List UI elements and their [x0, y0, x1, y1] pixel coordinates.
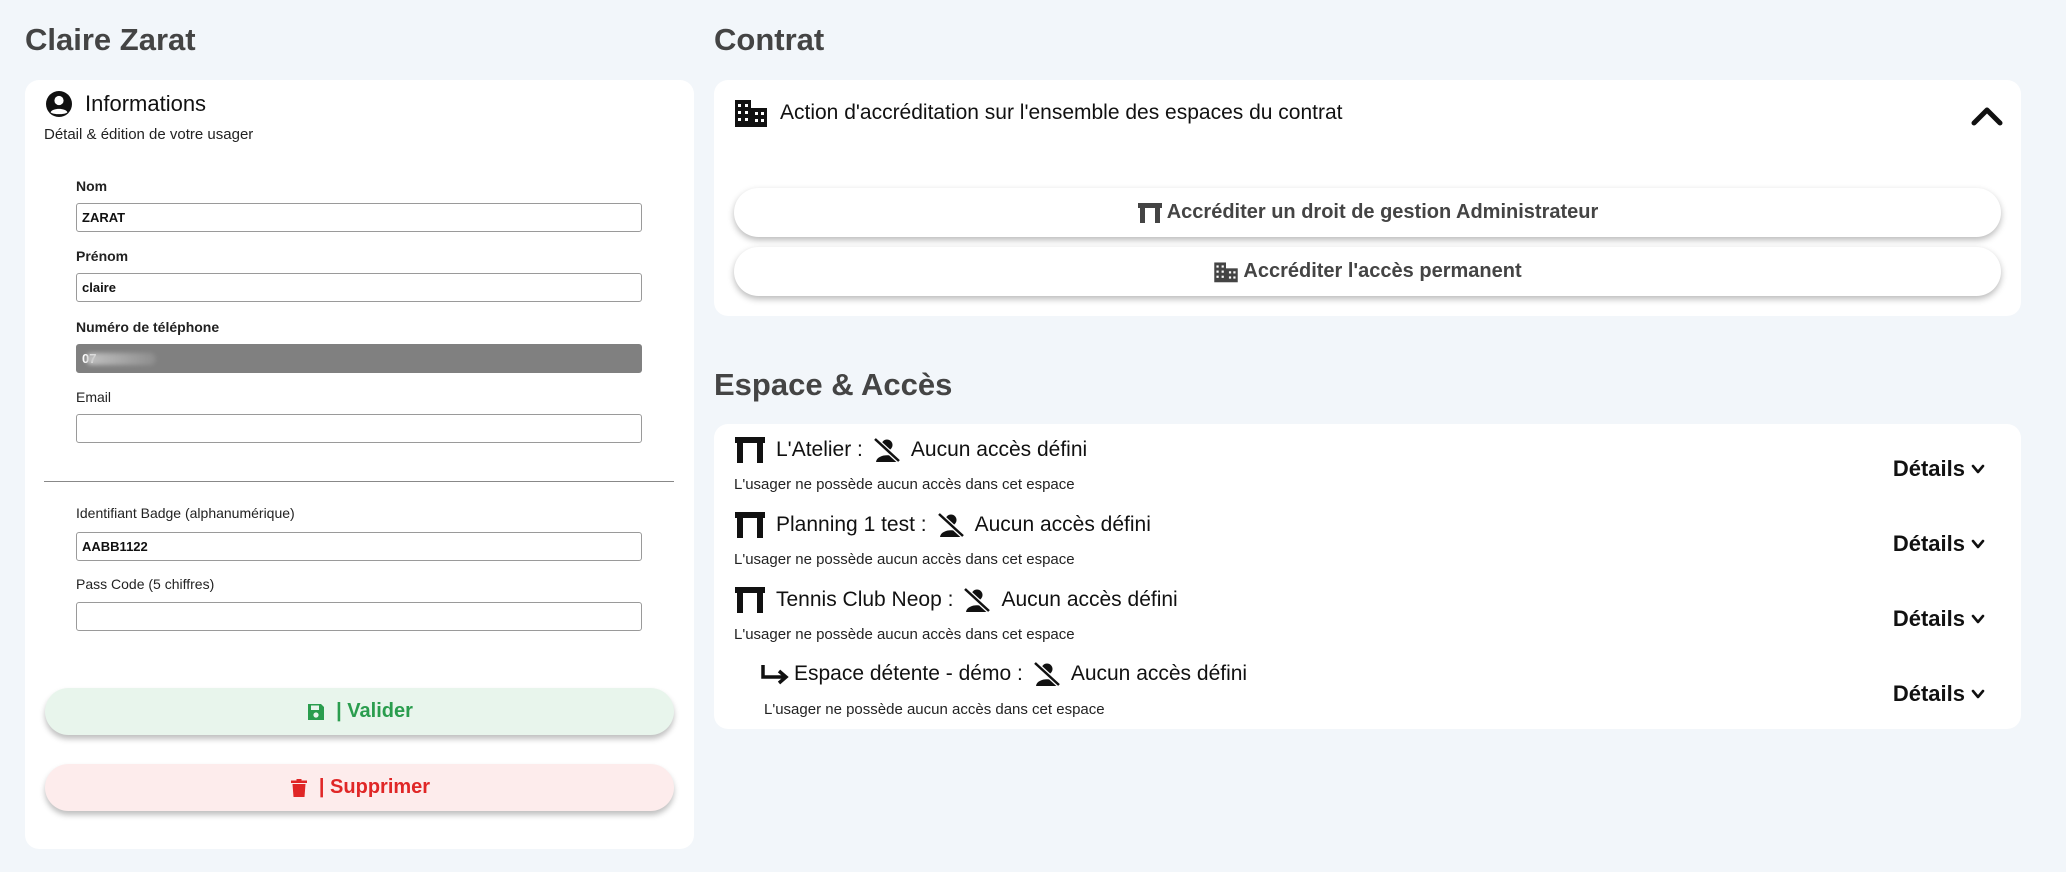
info-subtitle: Détail & édition de votre usager [44, 126, 254, 143]
space-description: L'usager ne possède aucun accès dans cet… [734, 626, 1075, 643]
user-slash-icon [873, 437, 901, 463]
gate-icon [735, 437, 765, 463]
space-item: Planning 1 test : Aucun accès défini L'u… [734, 505, 2001, 575]
info-header: Informations [45, 90, 206, 118]
email-input[interactable] [76, 414, 642, 443]
chevron-up-icon[interactable] [1971, 105, 2003, 127]
nom-label: Nom [76, 178, 108, 194]
space-title-line: L'Atelier : Aucun accès défini [734, 436, 1087, 464]
space-item: Tennis Club Neop : Aucun accès défini L'… [734, 580, 2001, 650]
space-item: L'Atelier : Aucun accès défini L'usager … [734, 430, 2001, 500]
contract-heading: Contrat [714, 22, 825, 57]
delete-button[interactable]: | Supprimer [45, 764, 674, 811]
validate-button[interactable]: | Valider [45, 688, 674, 735]
contract-card: Action d'accréditation sur l'ensemble de… [714, 80, 2021, 316]
user-circle-icon [46, 91, 72, 117]
user-slash-icon [1033, 661, 1061, 687]
user-slash-icon [936, 512, 965, 538]
contract-accordion-header[interactable]: Action d'accréditation sur l'ensemble de… [734, 98, 1343, 128]
space-title-line: Tennis Club Neop : Aucun accès défini [734, 586, 1178, 614]
badge-input[interactable] [76, 532, 642, 561]
accredit-permanent-button[interactable]: Accréditer l'accès permanent [734, 247, 2001, 296]
space-status: Aucun accès défini [1070, 662, 1248, 685]
nom-input[interactable] [76, 203, 642, 232]
save-icon [308, 703, 325, 720]
space-status: Aucun accès défini [910, 438, 1088, 461]
details-toggle[interactable]: Détails [1893, 456, 1985, 482]
chevron-down-icon [1971, 614, 1985, 624]
space-description: L'usager ne possède aucun accès dans cet… [734, 551, 1075, 568]
space-status: Aucun accès défini [974, 513, 1151, 536]
space-name: L'Atelier : [776, 438, 863, 461]
details-toggle[interactable]: Détails [1893, 531, 1985, 557]
accredit-permanent-label: Accréditer l'accès permanent [1243, 260, 1522, 282]
accredit-admin-button[interactable]: Accréditer un droit de gestion Administr… [734, 188, 2001, 237]
details-toggle[interactable]: Détails [1893, 606, 1985, 632]
phone-label: Numéro de téléphone [76, 319, 220, 335]
details-label: Détails [1892, 456, 1965, 481]
prenom-label: Prénom [76, 248, 129, 264]
user-info-card: Informations Détail & édition de votre u… [25, 80, 694, 849]
gate-icon [735, 512, 765, 538]
spaces-card: L'Atelier : Aucun accès défini L'usager … [714, 424, 2021, 729]
delete-label: | Supprimer [318, 776, 431, 798]
gate-icon [1137, 202, 1162, 223]
contract-accordion-title: Action d'accréditation sur l'ensemble de… [780, 101, 1343, 124]
space-description: L'usager ne possède aucun accès dans cet… [734, 476, 1075, 493]
space-name: Espace détente - démo : [794, 662, 1023, 685]
phone-input [76, 344, 642, 373]
user-slash-icon [963, 587, 992, 613]
passcode-label: Pass Code (5 chiffres) [76, 576, 215, 592]
redacted-phone-blur [86, 353, 156, 365]
form-divider [44, 481, 674, 482]
details-label: Détails [1892, 681, 1965, 706]
space-title-line: Espace détente - démo : Aucun accès défi… [760, 661, 1247, 687]
space-item-child: Espace détente - démo : Aucun accès défi… [760, 655, 2001, 725]
building-icon [1214, 261, 1239, 282]
passcode-input[interactable] [76, 602, 642, 631]
space-name: Planning 1 test : [776, 513, 927, 536]
subdirectory-arrow-icon [761, 665, 789, 685]
validate-label: | Valider [336, 700, 413, 722]
space-status: Aucun accès défini [1001, 588, 1178, 611]
spaces-heading: Espace & Accès [714, 367, 953, 402]
space-name: Tennis Club Neop : [776, 588, 954, 611]
details-label: Détails [1892, 606, 1965, 631]
details-toggle[interactable]: Détails [1893, 681, 1985, 707]
trash-icon [290, 778, 307, 797]
email-label: Email [76, 389, 112, 405]
chevron-down-icon [1971, 539, 1985, 549]
gate-icon [735, 587, 765, 613]
building-icon [735, 100, 767, 127]
prenom-input[interactable] [76, 273, 642, 302]
details-label: Détails [1892, 531, 1965, 556]
badge-label: Identifiant Badge (alphanumérique) [76, 505, 295, 521]
chevron-down-icon [1971, 689, 1985, 699]
chevron-down-icon [1971, 464, 1985, 474]
info-title: Informations [85, 91, 207, 116]
accredit-admin-label: Accréditer un droit de gestion Administr… [1166, 201, 1599, 223]
space-title-line: Planning 1 test : Aucun accès défini [734, 511, 1151, 539]
space-description: L'usager ne possède aucun accès dans cet… [764, 701, 1105, 718]
user-name-title: Claire Zarat [25, 22, 196, 57]
